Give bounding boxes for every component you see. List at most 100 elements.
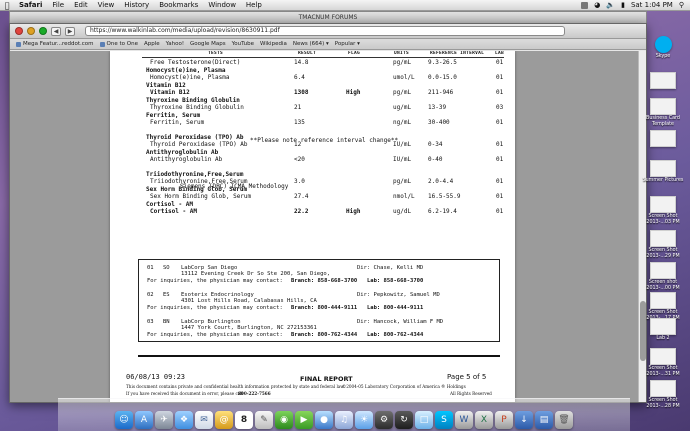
skype-dock-icon[interactable]: S [435,411,453,429]
iphoto-icon[interactable]: ☀ [355,411,373,429]
desktop-file-icon[interactable]: Screen Shot 2013-...28 PM [638,380,688,409]
cell-lab: 01 [496,59,504,66]
battery-icon[interactable]: ▮ [621,1,625,9]
bookmark-item[interactable]: Yahoo! [166,41,184,47]
desktop-file-icon[interactable]: Screen Shot 2013-...17 PM [638,292,688,321]
test-name: Ferritin, Serum [146,112,201,119]
back-button[interactable]: ◀ [51,26,61,36]
bookmark-item[interactable]: Popular ▾ [335,41,360,47]
test-name: Vitamin B12 [146,82,186,89]
lab-phone: Lab: 800-762-4344 [367,332,424,338]
cell-lab: 01 [496,193,504,200]
desktop-file-icon[interactable] [638,130,688,148]
app-store-icon[interactable]: A [135,411,153,429]
forward-button[interactable]: ▶ [65,26,75,36]
close-button[interactable] [15,27,23,35]
minimize-button[interactable] [27,27,35,35]
finder-icon[interactable]: ☺ [115,411,133,429]
cell-ref: 0.0-15.0 [428,74,457,81]
menu-bookmarks[interactable]: Bookmarks [154,1,203,9]
lab-branch-phone: Branch: 800-444-9111 [291,305,358,311]
messages-icon[interactable]: ◉ [275,411,293,429]
wifi-icon[interactable]: ◕ [594,1,600,9]
mail-icon[interactable]: ✉ [195,411,213,429]
menu-app[interactable]: Safari [14,1,47,9]
desktop-file-icon[interactable]: Business Card Template [638,98,688,127]
cell-ref: 16.5-55.9 [428,193,461,200]
preview-icon[interactable]: □ [415,411,433,429]
powerpoint-icon[interactable]: P [495,411,513,429]
documents-stack-icon[interactable]: ▤ [535,411,553,429]
word-icon[interactable]: W [455,411,473,429]
facetime-icon[interactable]: ▶ [295,411,313,429]
pdf-viewer[interactable]: TESTS RESULT FLAG UNITS REFERENCE INTERV… [10,51,646,402]
excel-icon[interactable]: X [475,411,493,429]
desktop-file-icon[interactable] [638,72,688,90]
cell-ref: 13-39 [428,104,447,111]
bookmark-item[interactable]: News (664) ▾ [293,41,329,47]
desktop-icon-label: Skype [655,54,671,59]
bookmark-item[interactable]: Mega Featur...reddot.com [16,41,94,47]
desktop-icon-label: Summer Pictures [642,178,684,183]
report-title: FINAL REPORT [300,375,353,383]
bookmark-item[interactable]: YouTube [232,41,254,47]
cell-lab: 01 [496,141,504,148]
back-window-title: TMACNUM FORUMS [298,14,358,21]
desktop-file-icon[interactable]: Summer Pictures [638,160,688,184]
launchpad-icon[interactable]: ✈ [155,411,173,429]
cell-ref: 2.0-4.4 [428,178,454,185]
desktop-file-icon[interactable]: Screen Shot 2013-...29 PM [638,230,688,259]
desktop-file-icon[interactable]: Lab 2 [638,318,688,342]
back-browser-window[interactable]: TMACNUM FORUMS [9,11,647,23]
menu-edit[interactable]: Edit [69,1,93,9]
menu-file[interactable]: File [47,1,69,9]
menu-clock[interactable]: Sat 1:04 PM [631,1,673,9]
contacts-icon[interactable]: @ [215,411,233,429]
desktop-icon-label: Screen Shot 2013-...31 PM [646,366,680,377]
file-thumbnail-icon [650,196,676,213]
test-name: Sex Horm Binding Glob, Serum [150,193,252,200]
lab-directory: 01 SO LabCorp San Diego 13112 Evening Creek… [138,259,500,342]
bookmark-item[interactable]: One to One [99,41,138,47]
menu-history[interactable]: History [119,1,154,9]
desktop-file-icon[interactable]: Screen Shot 2013-...31 PM [638,348,688,377]
bookmark-item[interactable]: Apple [144,41,160,47]
file-thumbnail-icon [650,262,676,279]
time-machine-icon[interactable]: ↻ [395,411,413,429]
desktop-file-icon[interactable]: Screen shot 2013-...00 PM [638,262,688,291]
desktop-file-icon[interactable]: Screen Shot 2013-...03 PM [638,196,688,225]
lab-code: ES [163,292,170,298]
trash-icon[interactable]: 🗑 [555,411,573,429]
address-bar[interactable]: https://www.walkinlab.com/media/upload/r… [85,26,565,36]
photo-booth-icon[interactable]: ● [315,411,333,429]
status-icon[interactable] [581,1,589,9]
volume-icon[interactable]: 🔈 [606,1,615,9]
table-row: Thyroxine Binding Globulin 21 ug/mL 13-39 03 [110,104,515,112]
test-name: Thyroxine Binding Globulin [146,97,240,104]
ferritin-note: **Please note reference interval change*… [250,137,399,144]
test-name: Homocyst(e)ine, Plasma [150,74,230,81]
calendar-icon[interactable]: 8 [235,411,253,429]
desktop-icon-label: Screen Shot 2013-...29 PM [646,248,680,259]
menu-help[interactable]: Help [241,1,267,9]
lab-branch-phone: Branch: 800-762-4344 [291,332,358,338]
bookmark-item[interactable]: Google Maps [190,41,226,47]
file-thumbnail-icon [650,230,676,247]
itunes-icon[interactable]: ♫ [335,411,353,429]
notes-icon[interactable]: ✎ [255,411,273,429]
system-preferences-icon[interactable]: ⚙ [375,411,393,429]
test-name: Vitamin B12 [150,89,190,96]
spotlight-icon[interactable]: ⚲ [679,1,684,9]
test-name: Cortisol - AM [150,208,197,215]
header-rule [142,57,504,58]
safari-icon[interactable]: ❖ [175,411,193,429]
skype-desktop-icon[interactable]: Skype [638,36,688,60]
menu-view[interactable]: View [93,1,120,9]
apple-menu-icon[interactable]:  [0,1,14,10]
downloads-stack-icon[interactable]: ↓ [515,411,533,429]
bookmark-item[interactable]: Wikipedia [260,41,287,47]
file-thumbnail-icon [650,380,676,397]
zoom-button[interactable] [39,27,47,35]
menu-window[interactable]: Window [203,1,241,9]
cell-lab: 01 [496,74,504,81]
